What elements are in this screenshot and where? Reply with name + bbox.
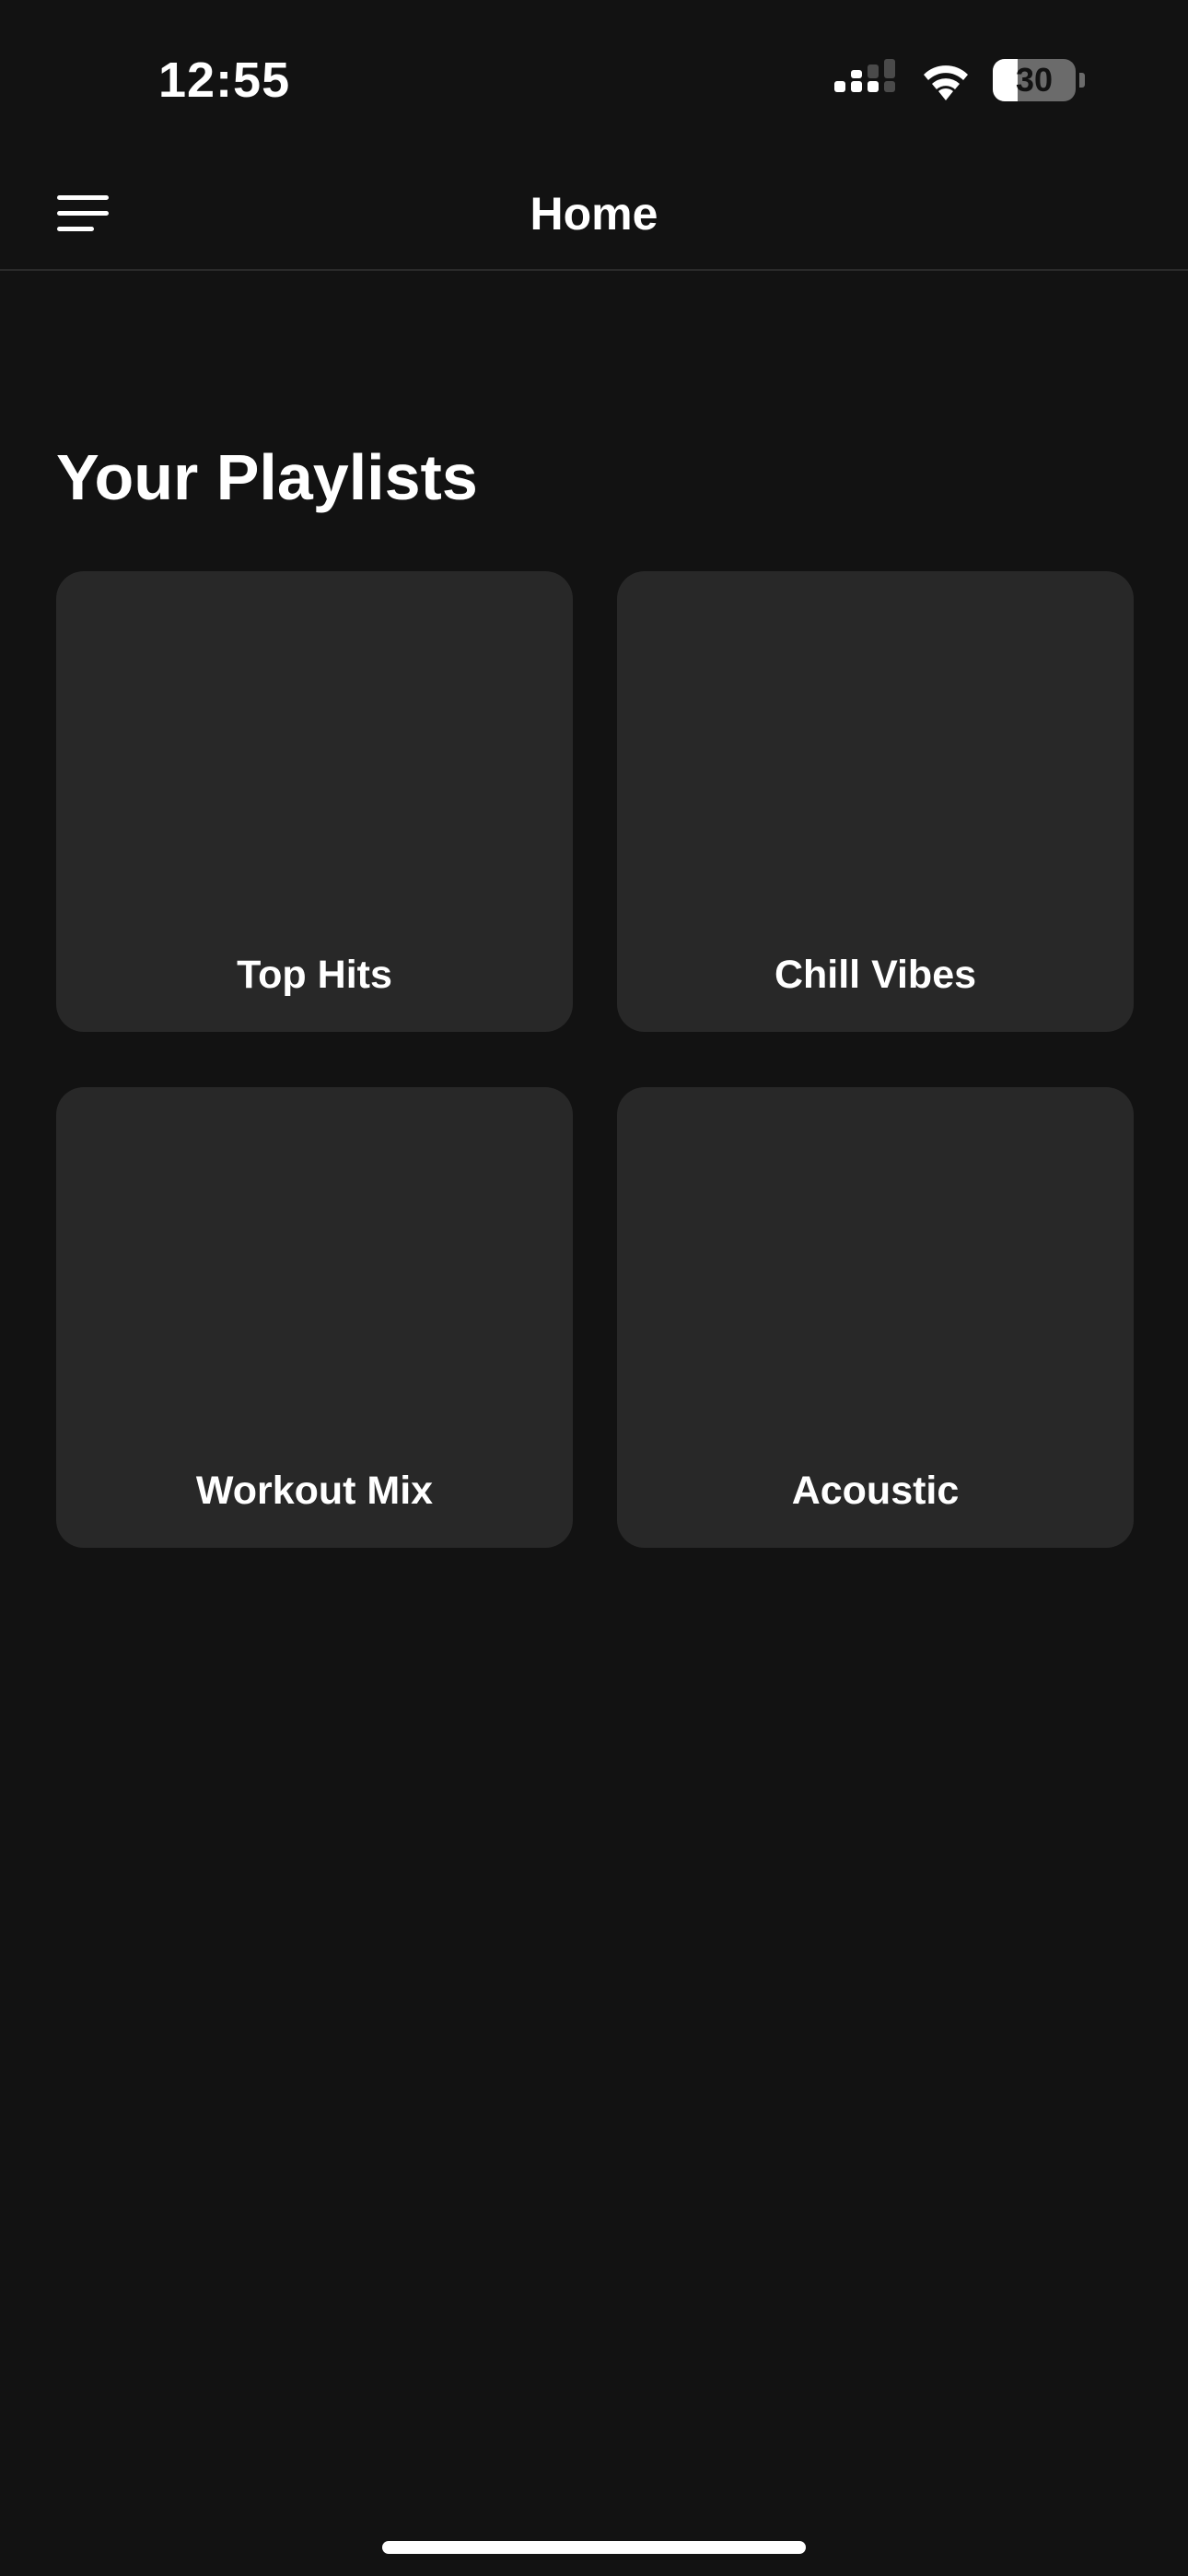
playlist-card-top-hits[interactable]: Top Hits (56, 571, 573, 1032)
playlist-name: Chill Vibes (774, 953, 977, 997)
page-title: Home (530, 188, 658, 240)
section-title: Your Playlists (56, 441, 478, 513)
status-bar: 12:55 30 (0, 0, 1188, 157)
wifi-icon (924, 65, 968, 100)
app-screen: 12:55 30 Home Your Playlists Top Hits Ch… (0, 0, 1188, 2576)
battery-cap (1079, 73, 1085, 88)
signal-icon (834, 59, 895, 92)
battery-icon: 30 (993, 59, 1076, 101)
playlist-name: Top Hits (237, 953, 392, 997)
nav-bar: Home (0, 157, 1188, 271)
playlist-name: Acoustic (791, 1469, 960, 1513)
playlist-card-chill-vibes[interactable]: Chill Vibes (617, 571, 1134, 1032)
playlist-card-acoustic[interactable]: Acoustic (617, 1087, 1134, 1548)
playlist-name: Workout Mix (195, 1469, 434, 1513)
home-indicator[interactable] (382, 2541, 806, 2554)
playlist-grid: Top Hits Chill Vibes Workout Mix Acousti… (56, 571, 1134, 1548)
status-time: 12:55 (158, 53, 291, 108)
battery-level: 30 (1015, 61, 1054, 99)
playlist-card-workout-mix[interactable]: Workout Mix (56, 1087, 573, 1548)
status-icons: 30 (833, 57, 1085, 103)
